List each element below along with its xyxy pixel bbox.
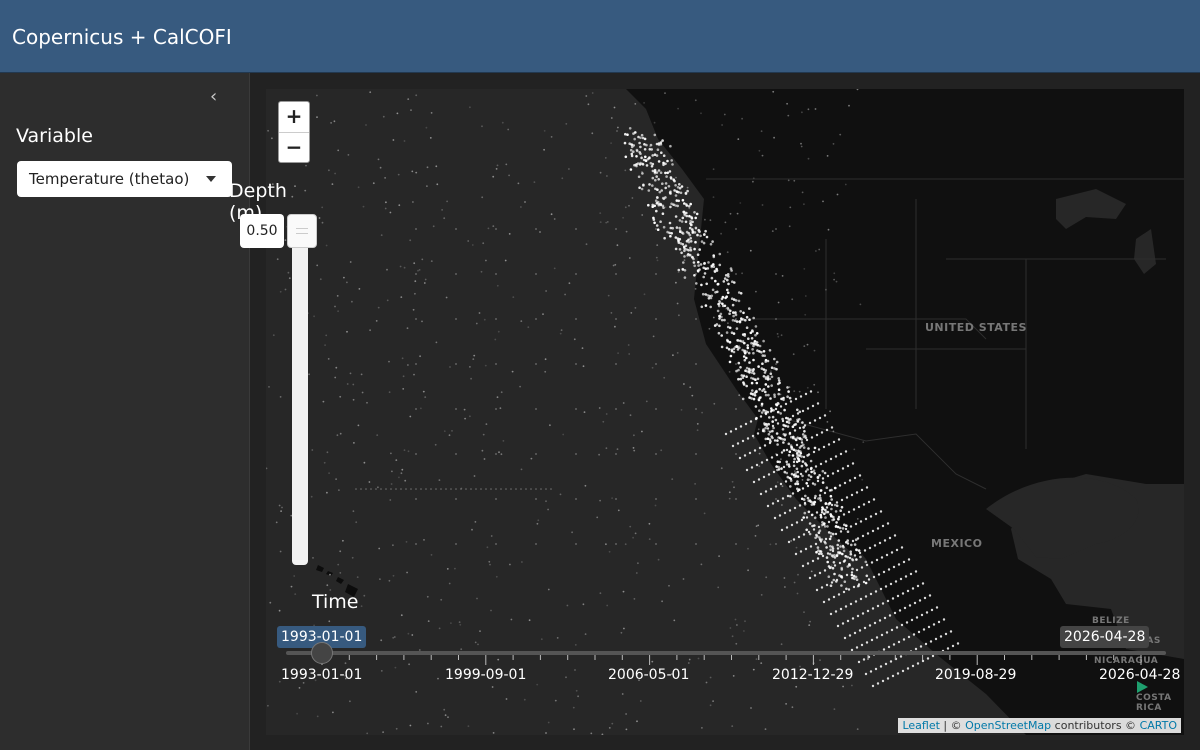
zoom-in-button[interactable]: +: [279, 102, 309, 133]
variable-select[interactable]: Temperature (thetao): [17, 161, 232, 197]
time-to-badge: 2026-04-28: [1060, 626, 1150, 648]
attribution-contrib: contributors ©: [1051, 719, 1140, 732]
label-mexico: MEXICO: [931, 537, 983, 550]
zoom-control: + −: [278, 101, 310, 163]
time-tick-label: 2006-05-01: [608, 667, 690, 683]
caret-down-icon: [206, 176, 216, 182]
time-tick-label: 1993-01-01: [281, 667, 363, 683]
time-slider-handle[interactable]: [311, 642, 333, 664]
attribution-sep: | ©: [939, 719, 966, 732]
zoom-out-button[interactable]: −: [279, 133, 309, 163]
map-attribution: Leaflet | © OpenStreetMap contributors ©…: [898, 718, 1181, 733]
depth-slider-track[interactable]: [292, 219, 308, 565]
osm-link[interactable]: OpenStreetMap: [965, 719, 1051, 732]
variable-label: Variable: [16, 125, 93, 147]
depth-value: 0.50: [240, 214, 284, 248]
depth-slider-handle[interactable]: [287, 214, 317, 248]
label-belize: BELIZE: [1092, 616, 1130, 626]
play-icon[interactable]: [1137, 681, 1148, 693]
variable-select-value: Temperature (thetao): [29, 170, 190, 188]
label-costa-rica: COSTA RICA: [1136, 693, 1172, 713]
navbar: Copernicus + CalCOFI: [0, 0, 1200, 72]
sidebar: ‹ Variable Temperature (thetao): [0, 73, 250, 750]
time-tick-label: 2019-08-29: [935, 667, 1017, 683]
time-tick-label: 1999-09-01: [445, 667, 527, 683]
label-united-states: UNITED STATES: [925, 321, 1027, 334]
time-slider-ticks: [321, 655, 1142, 665]
map-basemap: [266, 89, 1184, 735]
time-tick-label: 2012-12-29: [772, 667, 854, 683]
app-title: Copernicus + CalCOFI: [12, 25, 232, 49]
carto-link[interactable]: CARTO: [1140, 719, 1177, 732]
map[interactable]: UNITED STATES MEXICO BELIZE HONDURAS NIC…: [266, 89, 1184, 735]
chevron-left-icon[interactable]: ‹: [210, 88, 226, 108]
leaflet-link[interactable]: Leaflet: [902, 719, 939, 732]
time-title: Time: [312, 591, 359, 613]
